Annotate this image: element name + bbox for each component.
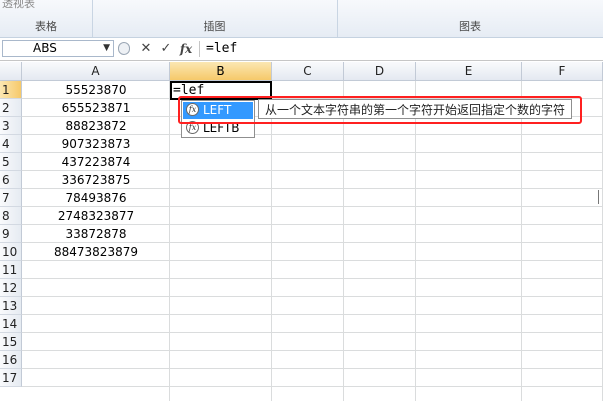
column-header-d[interactable]: D [344,62,416,81]
cell-a5[interactable]: 437223874 [22,153,170,171]
cell-a2[interactable]: 655523871 [22,99,170,117]
formula-buttons: ✕ ✓ fx [118,40,196,58]
autocomplete-item-label: LEFT [203,103,232,117]
column-gridline [343,81,344,401]
row-header-8[interactable]: 8 [0,207,22,225]
autocomplete-item-label: LEFTB [203,121,240,135]
ribbon-group-charts: 图表 [337,0,603,37]
formula-input[interactable]: =lef [206,39,237,59]
row-gridline [22,386,603,387]
function-icon: fx [186,103,199,116]
active-cell-b1[interactable]: =lef [170,81,272,100]
autocomplete-list: fx LEFT fx LEFTB [181,100,255,138]
row-header-15[interactable]: 15 [0,333,22,351]
ribbon-group-label: 表格 [35,20,57,33]
cancel-icon[interactable]: ✕ [138,40,154,58]
ribbon-group-tables: 透视表 表格 [0,0,93,37]
row-header-3[interactable]: 3 [0,117,22,135]
cell-a4[interactable]: 907323873 [22,135,170,153]
column-header-b[interactable]: B [170,62,272,81]
column-header-c[interactable]: C [272,62,344,81]
autocomplete-item-leftb[interactable]: fx LEFTB [183,120,253,137]
row-header-6[interactable]: 6 [0,171,22,189]
row-gridline [22,332,603,333]
row-header-1[interactable]: 1 [0,81,22,99]
cell-a8[interactable]: 2748323877 [22,207,170,225]
formula-bar-handle-icon[interactable] [118,42,130,55]
function-tooltip: 从一个文本字符串的第一个字符开始返回指定个数的字符 [258,99,573,119]
column-header-f[interactable]: F [522,62,603,81]
autocomplete-item-left[interactable]: fx LEFT [183,102,253,119]
row-header-11[interactable]: 11 [0,261,22,279]
name-box-value: ABS [33,41,57,55]
insert-function-icon[interactable]: fx [178,40,194,58]
column-header-a[interactable]: A [22,62,170,81]
ribbon-group-illustrations: 插图 [92,0,338,37]
ribbon-group-label: 插图 [203,20,226,33]
ribbon-partial-label[interactable]: 透视表 [2,0,35,11]
cell-a7[interactable]: 78493876 [22,189,170,207]
ribbon-group-label: 图表 [459,20,481,33]
select-all-corner[interactable] [0,62,22,81]
row-header-7[interactable]: 7 [0,189,22,207]
row-gridline [22,350,603,351]
cell-a9[interactable]: 33872878 [22,225,170,243]
row-header-16[interactable]: 16 [0,351,22,369]
row-header-5[interactable]: 5 [0,153,22,171]
row-gridline [22,296,603,297]
name-box[interactable]: ABS ▼ [2,40,114,57]
row-header-17[interactable]: 17 [0,369,22,387]
row-header-2[interactable]: 2 [0,99,22,117]
row-gridline [22,278,603,279]
active-cell-text: =lef [173,83,205,98]
ribbon: 透视表 表格 插图 图表 [0,0,603,38]
column-gridline [521,81,522,401]
name-box-dropdown-icon[interactable]: ▼ [103,41,110,56]
row-header-10[interactable]: 10 [0,243,22,261]
row-header-12[interactable]: 12 [0,279,22,297]
scroll-edge-marker [598,190,603,204]
row-header-4[interactable]: 4 [0,135,22,153]
column-header-e[interactable]: E [416,62,522,81]
row-header-14[interactable]: 14 [0,315,22,333]
cell-a3[interactable]: 88823872 [22,117,170,135]
cell-a1[interactable]: 55523870 [22,81,170,99]
row-gridline [22,314,603,315]
column-gridline [271,81,272,401]
function-icon: fx [186,121,199,134]
cell-a10[interactable]: 88473823879 [22,243,170,261]
row-header-9[interactable]: 9 [0,225,22,243]
row-gridline [22,368,603,369]
formula-bar: ABS ▼ ✕ ✓ fx =lef [0,38,603,61]
cell-a6[interactable]: 336723875 [22,171,170,189]
enter-icon[interactable]: ✓ [158,40,174,58]
column-gridline [415,81,416,401]
row-header-13[interactable]: 13 [0,297,22,315]
formula-bar-separator [199,41,200,57]
